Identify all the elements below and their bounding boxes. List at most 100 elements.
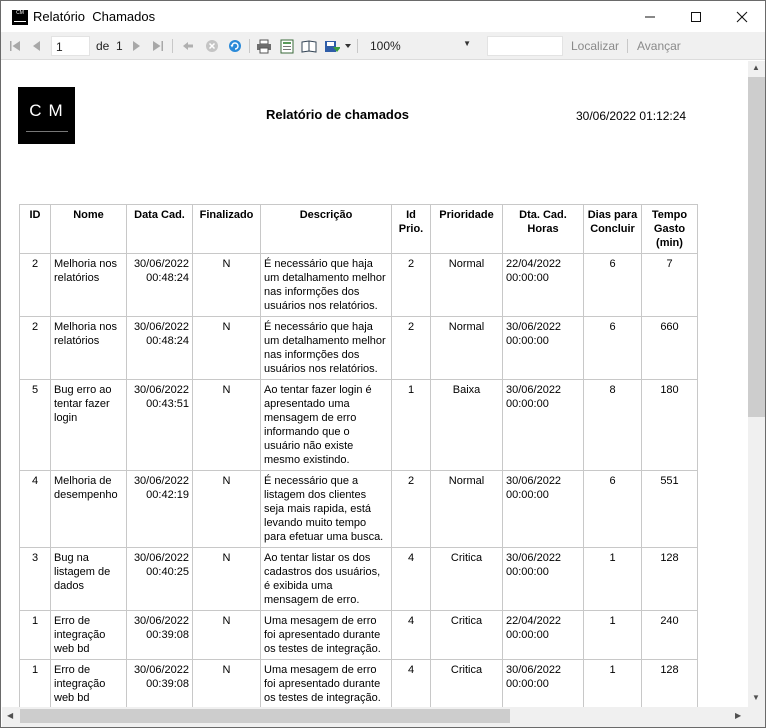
table-row: 5 Bug erro ao tentar fazer login 30/06/2… [19,379,698,471]
last-page-icon[interactable] [150,38,166,54]
cell-dta-cad-horas: 30/06/2022 00:00:00 [502,470,584,548]
cell-descricao: Uma mesagem de erro foi apresentado dura… [260,610,392,660]
cell-dias-concluir: 8 [583,379,642,471]
scroll-left-icon[interactable]: ◀ [7,711,13,720]
back-icon[interactable] [180,38,196,54]
report-title: Relatório de chamados [266,107,410,122]
cell-dias-concluir: 6 [583,253,642,317]
horizontal-scroll-thumb[interactable] [20,709,510,723]
find-input[interactable] [487,36,563,56]
cell-prioridade: Normal [430,253,503,317]
vertical-scroll-thumb[interactable] [748,77,765,417]
header-id-prio: Id Prio. [391,204,431,254]
vertical-scrollbar[interactable]: ▲ ▼ [748,61,765,707]
cell-nome: Melhoria nos relatórios [50,253,127,317]
cell-tempo-gasto: 128 [641,659,698,707]
page-of-label: de [96,39,110,53]
app-icon: CM [12,10,28,25]
cell-dta-cad-horas: 30/06/2022 00:00:00 [502,547,584,611]
find-next-link[interactable]: Avançar [637,39,681,53]
minimize-button[interactable] [627,1,673,32]
print-layout-icon[interactable] [279,38,295,54]
cell-dta-cad-horas: 22/04/2022 00:00:00 [502,253,584,317]
cell-nome: Bug erro ao tentar fazer login [50,379,127,471]
find-link[interactable]: Localizar [571,39,619,53]
cell-nome: Melhoria nos relatórios [50,316,127,380]
cell-prioridade: Normal [430,470,503,548]
cell-id: 2 [19,316,51,380]
cell-id-prio: 4 [391,610,431,660]
cell-data-cad: 30/06/2022 00:40:25 [126,547,193,611]
cell-descricao: É necessário que haja um detalhamento me… [260,316,392,380]
cell-descricao: Ao tentar listar os dos cadastros dos us… [260,547,392,611]
table-row: 4 Melhoria de desempenho 30/06/2022 00:4… [19,470,698,548]
cell-nome: Melhoria de desempenho [50,470,127,548]
cell-prioridade: Normal [430,316,503,380]
close-button[interactable] [719,1,765,32]
cell-prioridade: Critica [430,610,503,660]
header-tempo-gasto: Tempo Gasto (min) [641,204,698,254]
export-icon[interactable] [324,38,340,54]
cell-data-cad: 30/06/2022 00:39:08 [126,610,193,660]
header-nome: Nome [50,204,127,254]
cell-dias-concluir: 1 [583,547,642,611]
cell-tempo-gasto: 180 [641,379,698,471]
cell-data-cad: 30/06/2022 00:43:51 [126,379,193,471]
maximize-button[interactable] [673,1,719,32]
cell-finalizado: N [192,610,261,660]
header-data-cad: Data Cad. [126,204,193,254]
cell-nome: Bug na listagem de dados [50,547,127,611]
cell-tempo-gasto: 660 [641,316,698,380]
stop-icon[interactable] [204,38,220,54]
cell-id-prio: 4 [391,547,431,611]
scroll-up-icon[interactable]: ▲ [752,63,760,72]
cell-nome: Erro de integração web bd [50,659,127,707]
cell-dta-cad-horas: 30/06/2022 00:00:00 [502,379,584,471]
cell-prioridade: Critica [430,547,503,611]
cell-id-prio: 1 [391,379,431,471]
cell-dias-concluir: 1 [583,610,642,660]
refresh-icon[interactable] [227,38,243,54]
maximize-icon [691,11,701,22]
cell-id: 4 [19,470,51,548]
horizontal-scrollbar[interactable]: ◀ ▶ [2,707,748,727]
window-title: Relatório Chamados [33,9,156,24]
title-bar: CM Relatório Chamados [1,1,765,32]
toolbar-separator [172,39,173,53]
current-page-input[interactable]: 1 [51,36,90,56]
export-dropdown-icon[interactable] [340,38,356,54]
scroll-right-icon[interactable]: ▶ [735,711,741,720]
cell-id-prio: 2 [391,253,431,317]
print-icon[interactable] [256,38,272,54]
cell-finalizado: N [192,547,261,611]
cell-finalizado: N [192,316,261,380]
next-page-icon[interactable] [128,38,144,54]
toolbar-separator [357,39,358,53]
table-header-row: ID Nome Data Cad. Finalizado Descrição I… [19,204,698,254]
page-setup-icon[interactable] [301,38,317,54]
cell-dta-cad-horas: 30/06/2022 00:00:00 [502,659,584,707]
cell-dta-cad-horas: 22/04/2022 00:00:00 [502,610,584,660]
cell-dta-cad-horas: 30/06/2022 00:00:00 [502,316,584,380]
header-dta-cad-horas: Dta. Cad. Horas [502,204,584,254]
cell-prioridade: Baixa [430,379,503,471]
table-row: 1 Erro de integração web bd 30/06/2022 0… [19,659,698,707]
cell-dias-concluir: 6 [583,316,642,380]
cell-id: 5 [19,379,51,471]
cell-data-cad: 30/06/2022 00:48:24 [126,253,193,317]
cell-tempo-gasto: 240 [641,610,698,660]
scroll-down-icon[interactable]: ▼ [752,693,760,702]
report-datetime: 30/06/2022 01:12:24 [576,109,687,123]
report-page: CM Relatório de chamados 30/06/2022 01:1… [2,61,748,707]
toolbar-separator [249,39,250,53]
first-page-icon[interactable] [7,38,23,54]
report-viewer-window: CM Relatório Chamados 1 de 1 100% ▼ Loca… [0,0,766,728]
cell-finalizado: N [192,659,261,707]
previous-page-icon[interactable] [29,38,45,54]
cell-data-cad: 30/06/2022 00:39:08 [126,659,193,707]
report-toolbar: 1 de 1 100% ▼ Localizar Avançar [1,32,765,60]
cell-id: 1 [19,659,51,707]
close-icon [736,11,748,22]
zoom-select[interactable]: 100% ▼ [365,36,479,56]
cell-id-prio: 2 [391,316,431,380]
